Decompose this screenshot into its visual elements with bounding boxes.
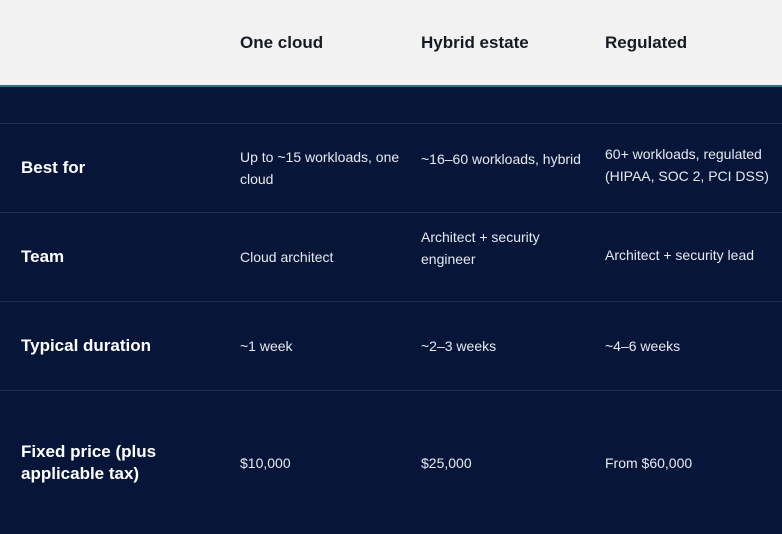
header-one-cloud: One cloud: [240, 32, 324, 52]
table-cell: $10,000: [240, 454, 291, 471]
row-label: Fixed price (plus applicable tax): [21, 441, 157, 483]
table-spacer-row: [0, 87, 782, 124]
table-cell: Architect + security engineer: [421, 229, 540, 267]
table-cell: 60+ workloads, regulated (HIPAA, SOC 2, …: [605, 146, 769, 184]
table-row: Best for Up to ~15 workloads, one cloud …: [0, 124, 782, 213]
header-regulated: Regulated: [605, 32, 688, 52]
table-row: Fixed price (plus applicable tax) $10,00…: [0, 391, 782, 534]
table-row: Team Cloud architect Architect + securit…: [0, 213, 782, 302]
table-cell: $25,000: [421, 454, 472, 471]
header-hybrid-estate: Hybrid estate: [421, 32, 529, 52]
table-cell: Up to ~15 workloads, one cloud: [240, 149, 400, 187]
table-row: Typical duration ~1 week ~2–3 weeks ~4–6…: [0, 302, 782, 391]
table-cell: ~1 week: [240, 338, 293, 354]
table-body: Best for Up to ~15 workloads, one cloud …: [0, 87, 782, 534]
table-cell: ~16–60 workloads, hybrid: [421, 151, 581, 167]
table-cell: ~2–3 weeks: [421, 338, 497, 354]
table-cell: ~4–6 weeks: [605, 338, 681, 354]
table-header: One cloud Hybrid estate Regulated: [0, 0, 782, 87]
row-label: Best for: [21, 158, 86, 177]
row-label: Typical duration: [21, 336, 152, 355]
row-label: Team: [21, 247, 65, 266]
table-cell: From $60,000: [605, 454, 693, 471]
table-cell: Cloud architect: [240, 249, 334, 265]
table-cell: Architect + security lead: [605, 247, 755, 263]
pricing-comparison-table: One cloud Hybrid estate Regulated Best f…: [0, 0, 782, 534]
